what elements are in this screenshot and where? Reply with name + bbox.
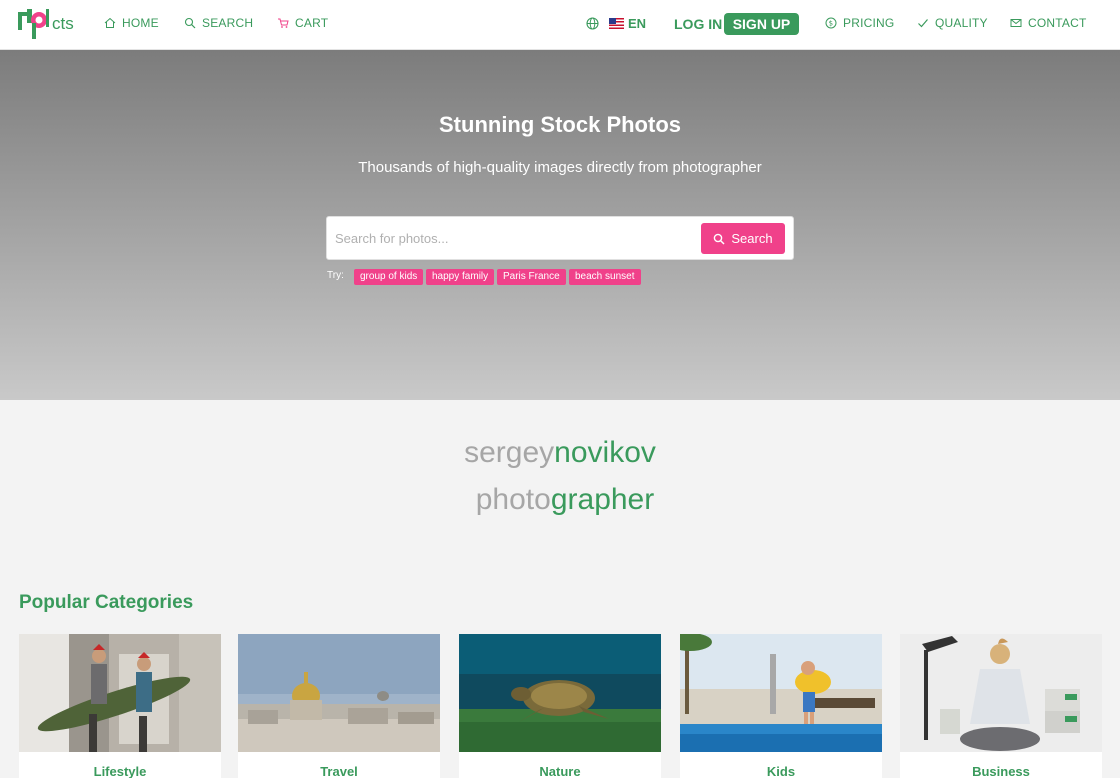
- category-image-nature: [459, 634, 661, 752]
- category-image-kids: [680, 634, 882, 752]
- language-selector[interactable]: EN: [586, 16, 646, 31]
- nav-cart-label: CART: [295, 16, 329, 30]
- brand-last-name: novikov: [554, 436, 656, 469]
- suggestion-chip[interactable]: group of kids: [354, 269, 424, 285]
- nav-search-label: SEARCH: [202, 16, 254, 30]
- nav-search[interactable]: SEARCH: [184, 16, 253, 30]
- brand-line-1: sergeynovikov: [0, 436, 1120, 470]
- cart-icon: [278, 18, 289, 28]
- search-icon: [184, 17, 196, 29]
- language-label: EN: [628, 16, 647, 31]
- brand-first-name: sergey: [464, 436, 555, 469]
- try-label: Try:: [327, 270, 344, 281]
- nav-cart[interactable]: CART: [277, 16, 328, 30]
- category-card-business[interactable]: Business: [900, 634, 1102, 778]
- globe-icon: [586, 17, 599, 30]
- login-link[interactable]: LOG IN: [674, 16, 722, 32]
- nav-quality[interactable]: QUALITY: [917, 16, 988, 30]
- site-header: pcts cts HOME SEARCH CART EN LOG IN SIGN…: [0, 0, 1120, 50]
- category-image-lifestyle: [19, 634, 221, 752]
- home-icon: [104, 17, 116, 28]
- category-label: Travel: [320, 764, 358, 778]
- suggestion-chip[interactable]: beach sunset: [569, 269, 641, 285]
- nav-home-label: HOME: [122, 16, 159, 30]
- hero-subtitle: Thousands of high-quality images directl…: [358, 159, 762, 176]
- site-logo[interactable]: pcts cts: [18, 7, 74, 41]
- search-icon: [714, 233, 725, 245]
- category-card-nature[interactable]: Nature: [459, 634, 661, 778]
- svg-text:$: $: [829, 20, 834, 28]
- category-card-lifestyle[interactable]: Lifestyle: [19, 634, 221, 778]
- hero-title: Stunning Stock Photos: [439, 112, 681, 137]
- categories-title: Popular Categories: [19, 592, 194, 613]
- category-label: Business: [972, 764, 1030, 778]
- category-image-business: [900, 634, 1102, 752]
- dollar-circle-icon: $: [825, 17, 837, 29]
- nav-contact-label: CONTACT: [1028, 16, 1087, 30]
- category-image-travel: [238, 634, 440, 752]
- category-label: Lifestyle: [93, 764, 147, 778]
- nav-home[interactable]: HOME: [104, 16, 159, 30]
- category-label: Kids: [766, 764, 796, 778]
- brand-grapher: grapher: [550, 483, 655, 516]
- search-input[interactable]: [335, 227, 695, 249]
- search-box: Search: [326, 216, 794, 260]
- hero-section: Stunning Stock Photos Thousands of high-…: [0, 50, 1120, 400]
- check-icon: [918, 19, 928, 28]
- mail-icon: [1010, 19, 1022, 27]
- nav-pricing[interactable]: $ PRICING: [825, 16, 894, 30]
- nav-contact[interactable]: CONTACT: [1010, 16, 1087, 30]
- nav-pricing-label: PRICING: [843, 16, 895, 30]
- us-flag-icon: [609, 18, 624, 29]
- brand-photo: photo: [475, 483, 551, 516]
- nav-quality-label: QUALITY: [935, 16, 988, 30]
- category-card-kids[interactable]: Kids: [680, 634, 882, 778]
- category-card-travel[interactable]: Travel: [238, 634, 440, 778]
- brand-line-2: photographer: [0, 483, 1120, 517]
- search-button[interactable]: Search: [701, 223, 785, 254]
- search-button-label: Search: [731, 231, 773, 246]
- category-label: Nature: [539, 764, 581, 778]
- signup-button[interactable]: SIGN UP: [724, 13, 799, 35]
- suggestion-chip[interactable]: Paris France: [497, 269, 566, 285]
- suggestion-chip[interactable]: happy family: [426, 269, 495, 285]
